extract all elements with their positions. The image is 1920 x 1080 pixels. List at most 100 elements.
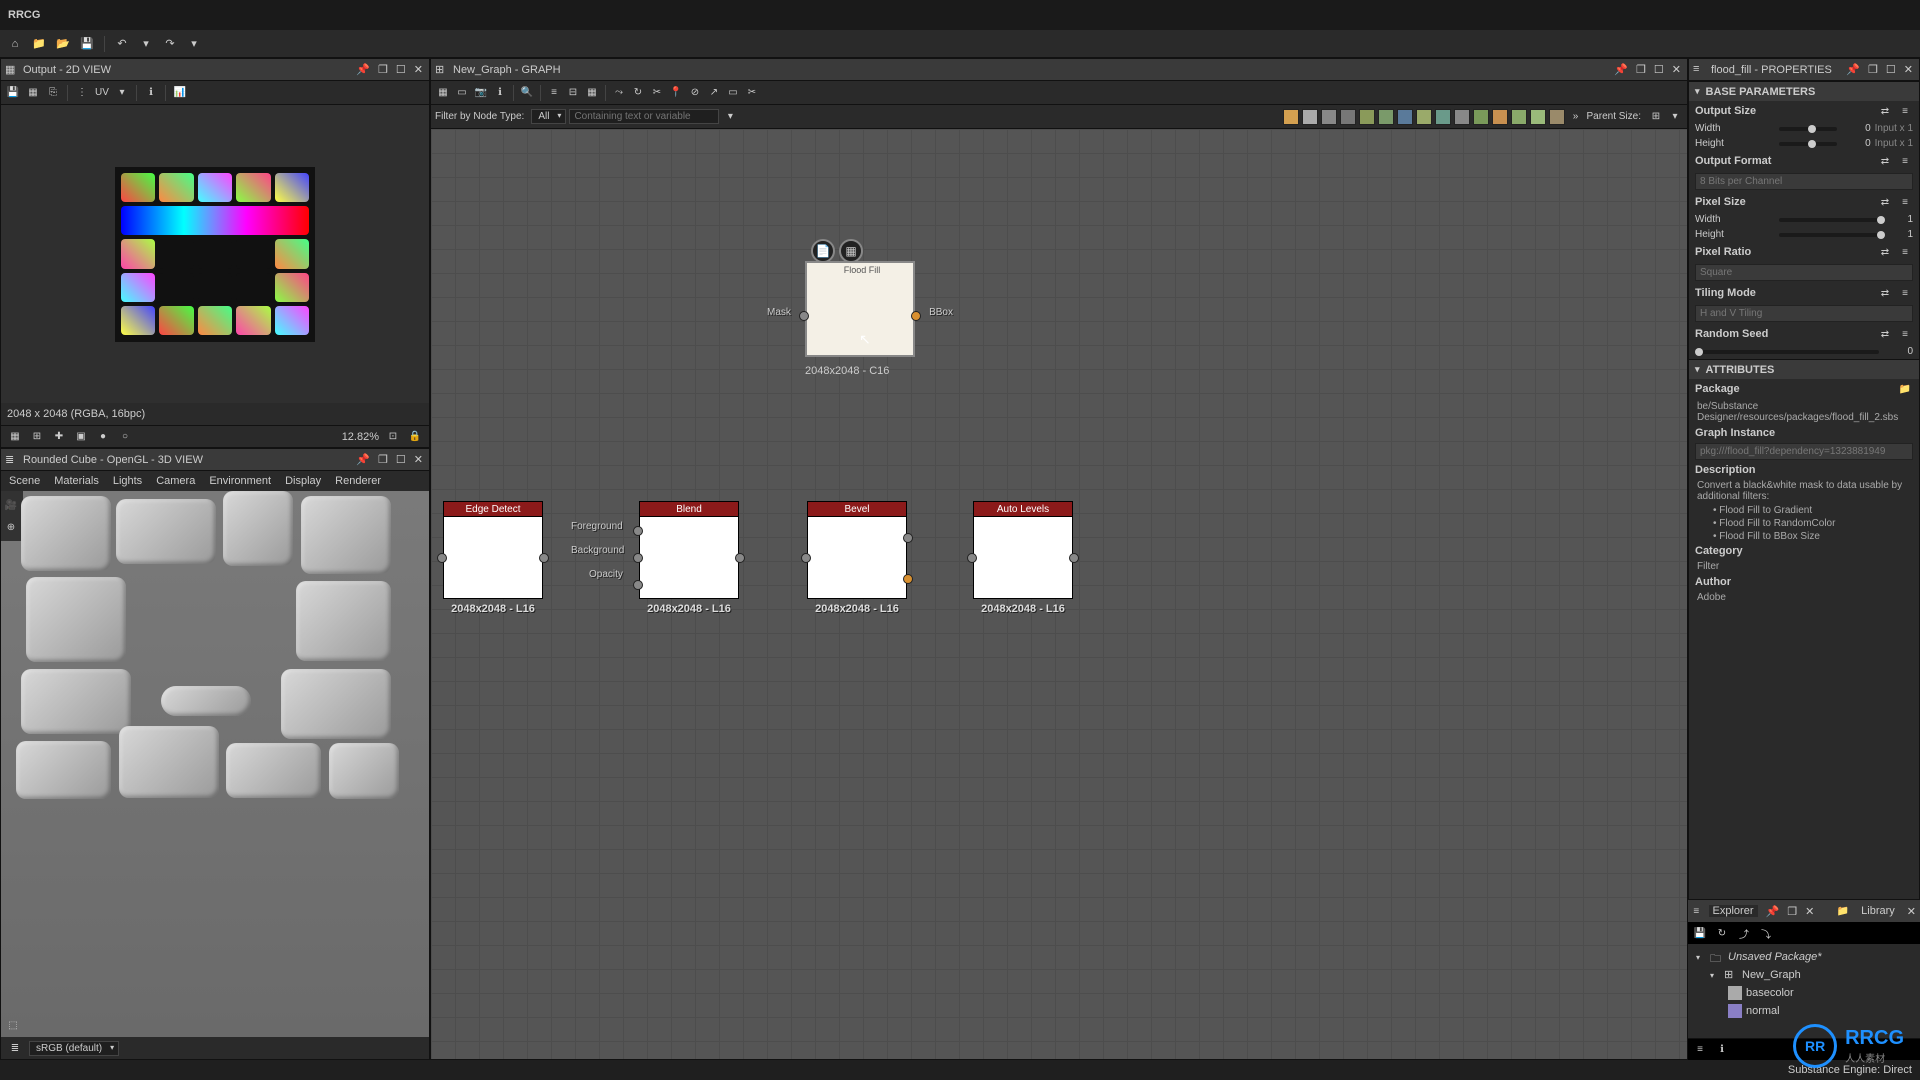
grid-icon[interactable]: ▦ [7,429,23,445]
swatch-cross[interactable] [1340,109,1356,125]
ps-height-slider[interactable] [1779,233,1879,237]
port-out1[interactable] [903,533,913,543]
unlink-icon[interactable]: ⊘ [687,85,703,101]
link-icon[interactable]: ⇄ [1877,285,1893,301]
home-icon[interactable]: ⌂ [6,35,24,53]
fit-icon[interactable]: ⊞ [29,429,45,445]
close-icon[interactable]: ✕ [1902,63,1915,76]
port-out[interactable] [1069,553,1079,563]
tab-explorer[interactable]: Explorer [1709,905,1758,917]
swatch-green6[interactable] [1530,109,1546,125]
tree-output-normal[interactable]: normal [1692,1002,1916,1020]
menu-icon[interactable]: ≡ [1897,153,1913,169]
pin-icon[interactable]: 📌 [354,63,372,76]
save-image-icon[interactable]: 💾 [5,85,21,101]
swatch-orange[interactable] [1492,109,1508,125]
link-icon[interactable]: ⇄ [1877,326,1893,342]
tree-graph[interactable]: ▾ ⊞ New_Graph [1692,966,1916,984]
parent-dropdown-icon[interactable]: ▾ [1667,109,1683,125]
menu-icon[interactable]: ≡ [1897,194,1913,210]
swatch-green1[interactable] [1359,109,1375,125]
port-in[interactable] [801,553,811,563]
restore-icon[interactable]: ❐ [1787,905,1797,918]
maximize-icon[interactable]: ☐ [394,453,408,466]
port-out[interactable] [735,553,745,563]
menu-camera[interactable]: Camera [156,475,195,487]
folder-open-icon[interactable]: 📁 [1897,381,1913,397]
port-out[interactable] [539,553,549,563]
channels-icon[interactable]: ⋮ [74,85,90,101]
arrow-icon[interactable]: ↗ [706,85,722,101]
node-bevel[interactable]: Bevel 2048x2048 - L16 [807,501,907,615]
swatch-grid[interactable] [1454,109,1470,125]
search-icon[interactable]: 🔍 [519,85,535,101]
ps-width-value[interactable]: 1 [1883,214,1913,225]
uv-label[interactable]: UV [94,85,110,101]
node-icon[interactable]: ▦ [435,85,451,101]
pin-icon[interactable]: 📌 [354,453,372,466]
port-in[interactable] [967,553,977,563]
ps-height-value[interactable]: 1 [1883,229,1913,240]
camera-icon[interactable]: 🎥 [3,497,19,513]
lock-icon[interactable]: 🔒 [407,429,423,445]
swatch-green3[interactable] [1416,109,1432,125]
reload-icon[interactable]: ↻ [1714,925,1730,941]
node-blend[interactable]: Blend Foreground Background Opacity 2048… [639,501,739,615]
canvas-2d[interactable] [1,105,429,403]
node-edge-detect[interactable]: Edge Detect 2048x2048 - L16 [443,501,543,615]
link-icon[interactable]: ⇄ [1877,244,1893,260]
folder-icon[interactable]: 📁 [30,35,48,53]
width-value[interactable]: 0 [1841,123,1871,134]
swatch-green4[interactable] [1473,109,1489,125]
tab-library[interactable]: Library [1857,905,1899,917]
menu-icon[interactable]: ≡ [1897,244,1913,260]
port-out2[interactable] [903,574,913,584]
swatch-green2[interactable] [1378,109,1394,125]
link-icon[interactable]: ⇄ [1877,153,1893,169]
export-icon[interactable]: ▦ [25,85,41,101]
autolink-icon[interactable]: ↻ [630,85,646,101]
export-icon[interactable]: ⤴ [1736,925,1752,941]
info3-icon[interactable]: ℹ [1714,1042,1730,1058]
search-options-icon[interactable]: ▾ [722,109,738,125]
node-flood-fill[interactable]: 📄 ▦ Flood Fill Mask BBox 2048x2048 - C16 [805,261,915,377]
menu-icon[interactable]: ≡ [1897,326,1913,342]
swatch-teal[interactable] [1435,109,1451,125]
section-base-parameters[interactable]: BASE PARAMETERS [1689,81,1919,101]
list-icon[interactable]: ≡ [1692,903,1701,919]
height-slider[interactable] [1779,142,1837,146]
restore-icon[interactable]: ❐ [376,453,390,466]
uv-dropdown-icon[interactable]: ▾ [114,85,130,101]
expand-icon[interactable]: ▾ [1710,971,1720,980]
port-opacity[interactable] [633,580,643,590]
import-icon[interactable]: ⤵ [1758,925,1774,941]
maximize-icon[interactable]: ☐ [1884,63,1898,76]
copy-icon[interactable]: ⎘ [45,85,61,101]
seed-value[interactable]: 0 [1883,346,1913,357]
redo-icon[interactable]: ↷ [161,35,179,53]
ps-width-slider[interactable] [1779,218,1879,222]
ring-icon[interactable]: ○ [117,429,133,445]
graph-canvas[interactable]: 📄 ▦ Flood Fill Mask BBox 2048x2048 - C16… [431,129,1687,1059]
pixel-ratio-field[interactable]: Square [1695,264,1913,281]
colorspace-dropdown[interactable]: sRGB (default) [29,1041,119,1056]
filter-type-dropdown[interactable]: All [531,109,566,124]
save-icon[interactable]: 💾 [1692,925,1708,941]
swatch-blue[interactable] [1397,109,1413,125]
redo-dropdown-icon[interactable]: ▾ [185,35,203,53]
histogram-icon[interactable]: 📊 [172,85,188,101]
link-icon[interactable]: ⇄ [1877,194,1893,210]
gridtoggle-icon[interactable]: ▦ [584,85,600,101]
info-icon[interactable]: ℹ [143,85,159,101]
search-input[interactable] [569,109,719,124]
menu-icon[interactable]: ≡ [1897,285,1913,301]
height-value[interactable]: 0 [1841,138,1871,149]
tree-output-basecolor[interactable]: basecolor [1692,984,1916,1002]
info2-icon[interactable]: ℹ [492,85,508,101]
section-attributes[interactable]: ATTRIBUTES [1689,359,1919,379]
gizmo-icon[interactable]: ⬚ [5,1017,21,1033]
toggle-icon[interactable]: ≡ [1692,1042,1708,1058]
close-icon[interactable]: ✕ [1670,63,1683,76]
tiling-mode-field[interactable]: H and V Tiling [1695,305,1913,322]
tree-package[interactable]: ▾ 🗀 Unsaved Package* [1692,948,1916,966]
